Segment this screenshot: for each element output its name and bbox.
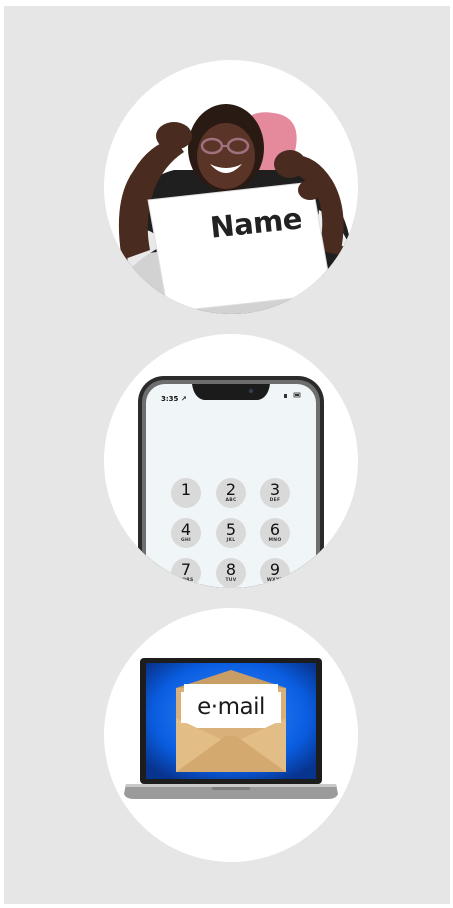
name-option[interactable]: Name	[104, 60, 358, 314]
key-digit: 1	[180, 480, 192, 499]
key-digit: 7	[180, 560, 192, 579]
keypad-key-3: 3 DEF	[260, 478, 290, 508]
keypad-key-8: 8 TUV	[216, 558, 246, 588]
keypad-key-2: 2 ABC	[216, 478, 246, 508]
key-digit: 8	[225, 560, 237, 579]
key-digit: 9	[269, 560, 281, 579]
key-digit: 6	[269, 520, 281, 539]
email-option[interactable]: e·mail	[104, 608, 358, 862]
keypad-key-1: 1	[171, 478, 201, 508]
key-letters: DEF	[269, 498, 281, 503]
key-letters: PQRS	[178, 578, 194, 583]
person-holding-sign-photo	[114, 104, 354, 314]
key-digit: 4	[180, 520, 192, 539]
key-digit: 2	[225, 480, 237, 499]
key-letters: ABC	[225, 498, 237, 503]
phone-screen: 3:35 ↗ 1 2 ABC 3 DEF 4 GHI 5 JKL 6 MNO 7 PQRS …	[104, 334, 358, 588]
key-letters: JKL	[226, 538, 236, 543]
key-letters: WXYZ	[266, 578, 284, 583]
email-label: e·mail	[181, 692, 281, 723]
key-letters: MNO	[268, 538, 282, 543]
keypad-key-6: 6 MNO	[260, 518, 290, 548]
key-letters: TUV	[225, 578, 237, 583]
key-digit: 3	[269, 480, 281, 499]
status-time: 3:35 ↗	[161, 395, 187, 403]
laptop-email-icon	[124, 658, 338, 799]
keypad-key-7: 7 PQRS	[171, 558, 201, 588]
keypad-key-4: 4 GHI	[171, 518, 201, 548]
options-panel: Name 3:35 ↗ 1 2 ABC 3 DEF 4 GHI 5 JKL 6 MNO 7…	[4, 6, 450, 904]
keypad-key-9: 9 WXYZ	[260, 558, 290, 588]
key-digit: 5	[225, 520, 237, 539]
phone-option[interactable]: 3:35 ↗ 1 2 ABC 3 DEF 4 GHI 5 JKL 6 MNO 7 PQRS …	[104, 334, 358, 588]
key-letters: GHI	[180, 538, 192, 543]
keypad-key-5: 5 JKL	[216, 518, 246, 548]
